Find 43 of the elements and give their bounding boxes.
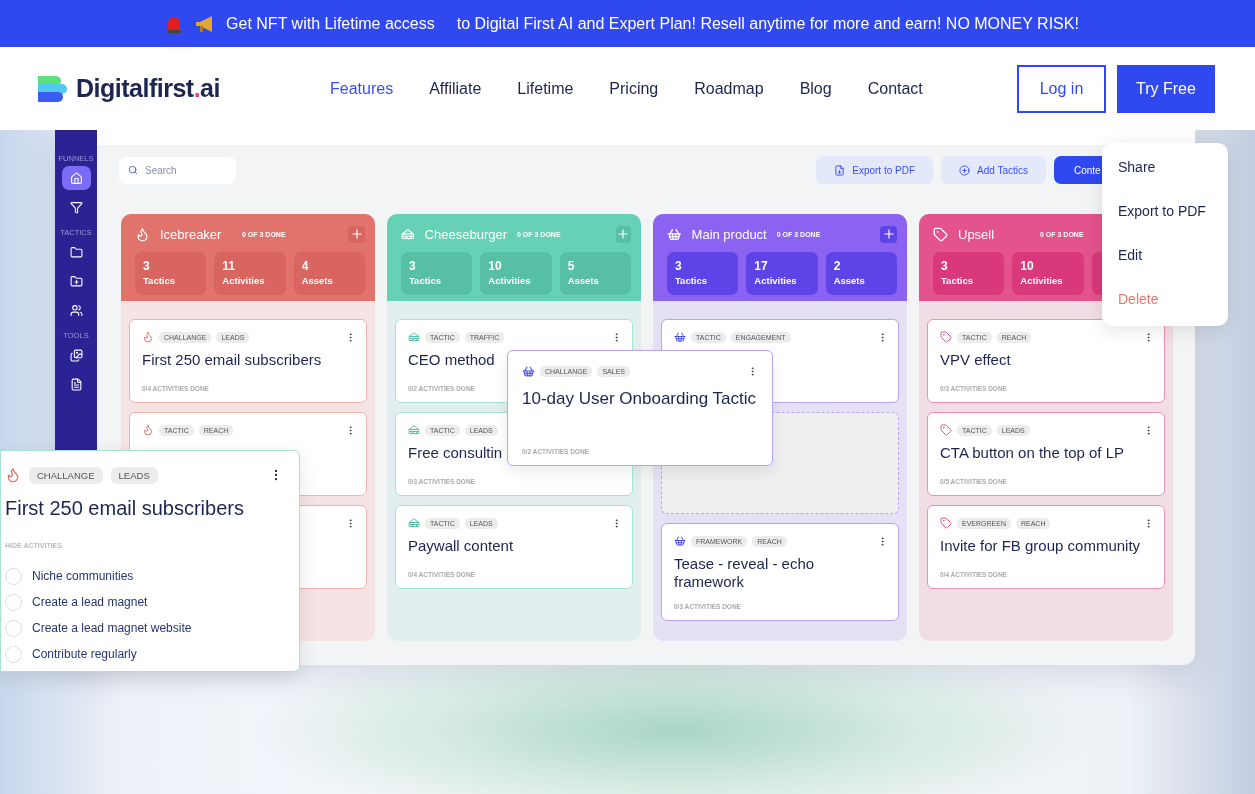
column-title: Main product xyxy=(691,226,767,242)
card-title: First 250 email subscribers xyxy=(5,497,245,520)
tag: LEADS xyxy=(110,466,158,484)
stat-value: 3 xyxy=(143,259,151,273)
column-title: Upsell xyxy=(958,226,996,242)
stat-label: Assets xyxy=(301,275,334,286)
stat-label: Activities xyxy=(754,275,798,286)
stat-label: Tactics xyxy=(941,275,975,286)
stat-value: 3 xyxy=(409,259,417,273)
stat-value: 3 xyxy=(941,259,949,273)
card-title: Invite for FB group community xyxy=(940,537,1141,555)
activity-label: Create a lead magnet website xyxy=(32,621,192,635)
activity-label: Create a lead magnet xyxy=(32,595,148,609)
banner-text: Get NFT with Lifetime access xyxy=(226,14,435,33)
card-title: Tease - reveal - echo framework xyxy=(674,555,816,591)
activity-label: Niche communities xyxy=(32,569,134,583)
column-title: Cheeseburger xyxy=(424,226,507,242)
column-title: Icebreaker xyxy=(160,226,223,242)
stat-label: Activities xyxy=(1020,275,1064,286)
stat-value: 17 xyxy=(754,259,769,273)
stat-value: 4 xyxy=(301,259,310,273)
card-title: VPV effect xyxy=(940,351,1011,369)
card-title: CEO method xyxy=(408,351,495,369)
stat-value: 5 xyxy=(567,259,576,273)
card-title: Paywall content xyxy=(408,537,514,555)
stat-label: Assets xyxy=(833,275,866,286)
stat-value: 10 xyxy=(488,259,503,273)
card-title: First 250 email subscribers xyxy=(142,351,322,369)
stat-label: Tactics xyxy=(143,275,177,286)
stat-label: Tactics xyxy=(409,275,443,286)
stat-label: Activities xyxy=(222,275,266,286)
stat-label: Tactics xyxy=(675,275,709,286)
stat-value: 10 xyxy=(1020,259,1035,273)
card-title: Free consultin xyxy=(408,444,503,462)
stat-value: 11 xyxy=(222,259,236,273)
card-title: CTA button on the top of LP xyxy=(940,444,1124,462)
activity-label: Contribute regularly xyxy=(32,647,137,661)
stat-value: 2 xyxy=(833,259,842,273)
stat-label: Assets xyxy=(567,275,600,286)
stat-label: Activities xyxy=(488,275,532,286)
banner-text: to Digital First AI and Expert Plan! Resell anytime for more and earn! NO MONEY RISK! xyxy=(456,14,1079,33)
tag: CHALLANGE xyxy=(29,466,103,484)
stat-value: 3 xyxy=(675,259,683,273)
